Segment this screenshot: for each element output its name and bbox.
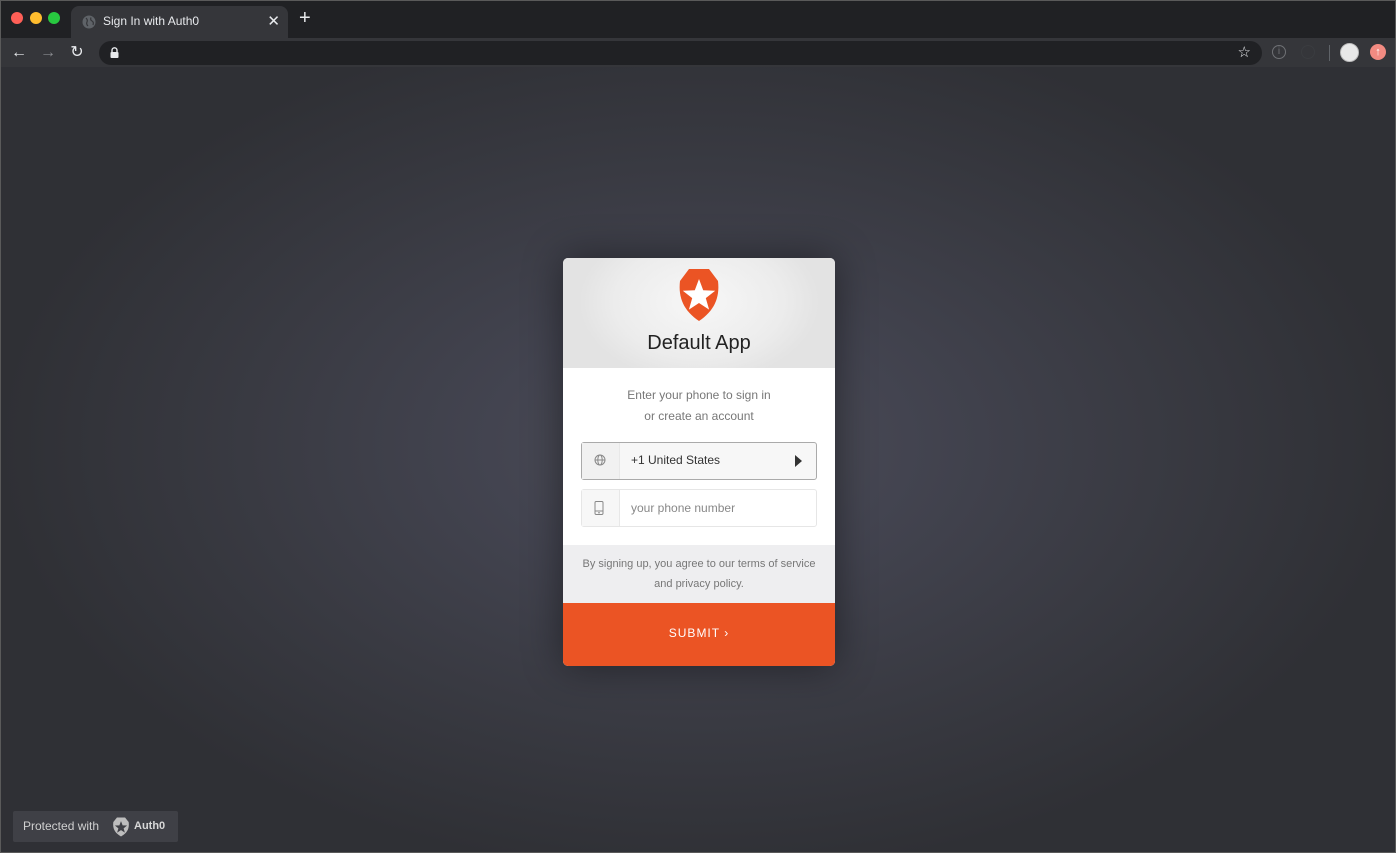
auth0-logo-icon xyxy=(679,269,719,321)
globe-icon xyxy=(82,15,96,29)
auth0-badge-icon xyxy=(113,817,129,837)
reload-button[interactable]: ↻ xyxy=(67,43,87,63)
address-bar[interactable]: ☆ xyxy=(99,41,1262,65)
submit-button[interactable]: SUBMIT › xyxy=(563,603,835,666)
forward-button[interactable]: → xyxy=(38,43,58,63)
intro-line-2: or create an account xyxy=(644,409,754,423)
mobile-phone-icon xyxy=(594,501,604,515)
lock-icon xyxy=(110,47,119,58)
phone-icon-box xyxy=(582,490,620,526)
protected-by-auth0-badge[interactable]: Protected with Auth0 xyxy=(13,811,178,842)
maximize-window-button[interactable] xyxy=(48,12,60,24)
phone-field xyxy=(581,489,817,527)
extension-icon[interactable] xyxy=(1301,45,1315,59)
badge-brand: Auth0 xyxy=(134,820,166,832)
app-title: Default App xyxy=(647,332,751,354)
profile-avatar[interactable] xyxy=(1340,43,1359,62)
phone-number-input[interactable] xyxy=(620,490,810,526)
tab-bar: Sign In with Auth0 ✕ + xyxy=(1,1,1395,38)
browser-toolbar: ← → ↻ ☆ i ↑ xyxy=(1,38,1395,67)
intro-line-1: Enter your phone to sign in xyxy=(627,388,771,402)
tab-title: Sign In with Auth0 xyxy=(103,14,200,28)
page-content: Default App Enter your phone to sign in … xyxy=(1,67,1395,852)
card-header: Default App xyxy=(563,258,835,368)
globe-icon xyxy=(594,454,606,466)
terms-box: By signing up, you agree to our terms of… xyxy=(563,545,835,603)
tab-sign-in[interactable]: Sign In with Auth0 ✕ xyxy=(71,6,288,38)
badge-text: Protected with xyxy=(23,819,100,833)
intro-text: Enter your phone to sign in or create an… xyxy=(563,385,835,427)
terms-text: By signing up, you agree to our terms of… xyxy=(577,554,821,594)
toolbar-divider xyxy=(1329,45,1330,61)
close-window-button[interactable] xyxy=(11,12,23,24)
close-tab-icon[interactable]: ✕ xyxy=(267,12,280,30)
browser-window: Sign In with Auth0 ✕ + ← → ↻ ☆ i ↑ Defau… xyxy=(0,0,1396,853)
new-tab-button[interactable]: + xyxy=(299,8,311,28)
minimize-window-button[interactable] xyxy=(30,12,42,24)
terms-line-2: and privacy policy. xyxy=(654,578,744,590)
country-value: +1 United States xyxy=(631,453,721,467)
bookmark-star-icon[interactable]: ☆ xyxy=(1238,44,1251,62)
terms-line-1: By signing up, you agree to our terms of… xyxy=(582,558,816,570)
caret-right-icon xyxy=(795,455,802,467)
country-code-select[interactable]: +1 United States xyxy=(581,442,817,480)
back-button[interactable]: ← xyxy=(9,43,29,63)
country-icon-box xyxy=(582,443,620,479)
info-extension-icon[interactable]: i xyxy=(1272,45,1286,59)
submit-label: SUBMIT › xyxy=(668,626,730,640)
update-icon[interactable]: ↑ xyxy=(1370,44,1386,60)
login-card: Default App Enter your phone to sign in … xyxy=(563,258,835,666)
